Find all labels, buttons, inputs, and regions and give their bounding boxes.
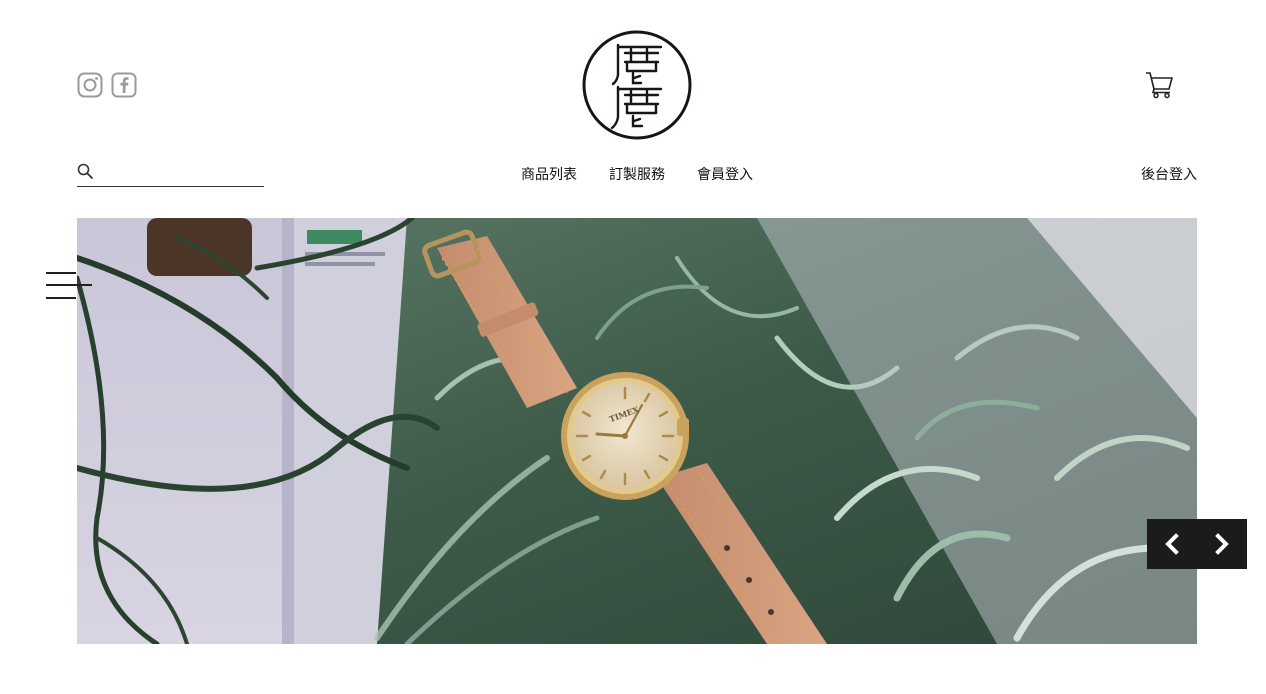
cart-button[interactable] — [1145, 71, 1175, 99]
chevron-right-icon — [1215, 533, 1229, 555]
hero-image: TIMEX — [77, 218, 1197, 644]
cart-icon — [1146, 72, 1173, 99]
brand-logo[interactable] — [581, 29, 693, 141]
facebook-icon[interactable] — [111, 72, 137, 98]
search-icon[interactable] — [77, 163, 93, 179]
slider-next-button[interactable] — [1197, 519, 1247, 569]
slider-prev-button[interactable] — [1147, 519, 1197, 569]
search-box — [77, 160, 264, 187]
admin-login-link[interactable]: 後台登入 — [1141, 166, 1197, 184]
search-input[interactable] — [99, 160, 262, 184]
slider-controls — [1147, 519, 1247, 569]
nav-item-member-login[interactable]: 會員登入 — [697, 166, 753, 184]
hamburger-line — [46, 297, 76, 299]
instagram-icon[interactable] — [77, 72, 103, 98]
hamburger-line — [46, 284, 92, 286]
hamburger-menu-button[interactable] — [46, 270, 92, 302]
hamburger-menu-icon — [46, 272, 76, 274]
chevron-left-icon — [1165, 533, 1179, 555]
social-links — [77, 72, 137, 98]
main-nav: 商品列表 訂製服務 會員登入 — [521, 166, 753, 184]
nav-item-products[interactable]: 商品列表 — [521, 166, 577, 184]
hero-banner: TIMEX — [77, 218, 1197, 644]
nav-item-custom-service[interactable]: 訂製服務 — [609, 166, 665, 184]
logo-seal-graphic — [582, 30, 692, 140]
